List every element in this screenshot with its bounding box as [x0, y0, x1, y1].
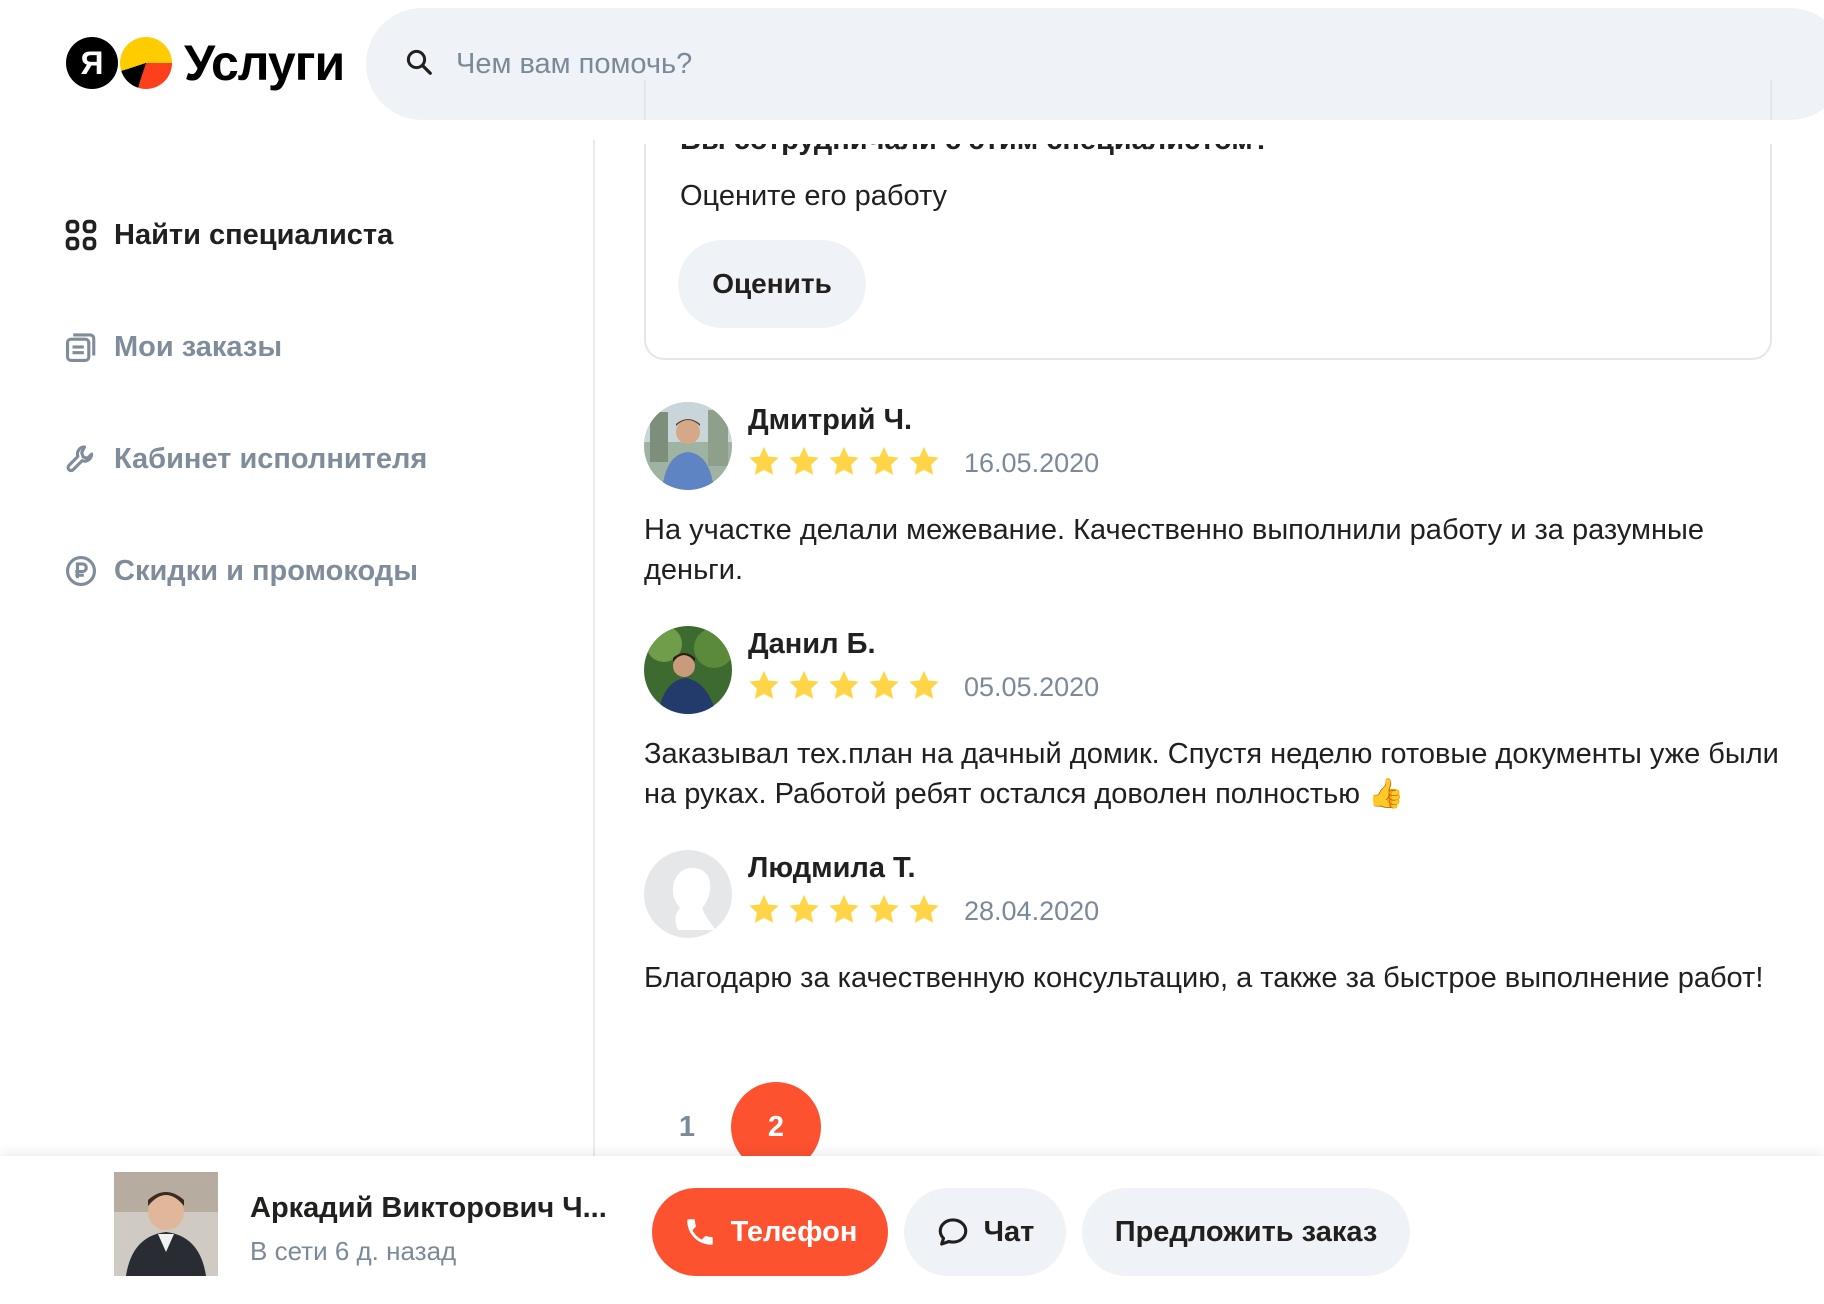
phone-button-label: Телефон	[730, 1215, 858, 1248]
online-status: В сети 6 д. назад	[250, 1236, 457, 1266]
offer-order-button[interactable]: Предложить заказ	[1082, 1188, 1410, 1276]
reviewer-name: Людмила Т.	[748, 852, 916, 884]
specialist-contact-bar: Аркадий Викторович Ч... В сети 6 д. наза…	[0, 1156, 1824, 1304]
star-icon	[829, 895, 859, 923]
reviewer-name: Данил Б.	[748, 628, 876, 660]
search-input[interactable]	[456, 47, 1356, 81]
star-icon	[909, 895, 939, 923]
grid-icon	[65, 219, 97, 251]
star-icon	[909, 671, 939, 699]
star-icon	[789, 447, 819, 475]
rate-card-subtitle: Оцените его работу	[680, 180, 948, 212]
search-icon	[404, 47, 434, 82]
star-icon	[749, 447, 779, 475]
star-icon	[829, 671, 859, 699]
review-text: На участке делали межевание. Качественно…	[644, 514, 1704, 586]
phone-button[interactable]: Телефон	[652, 1188, 888, 1276]
review-date: 28.04.2020	[964, 896, 1100, 926]
phone-icon	[686, 1219, 713, 1245]
review-date: 05.05.2020	[964, 672, 1100, 702]
star-icon	[869, 447, 899, 475]
header-scroll-mask	[596, 120, 1824, 144]
sidebar-item-discounts[interactable]: Скидки и промокоды	[64, 554, 418, 588]
specialist-name[interactable]: Аркадий Викторович Ч...	[250, 1192, 607, 1225]
review-date: 16.05.2020	[964, 448, 1100, 478]
star-icon	[749, 671, 779, 699]
wrench-icon	[66, 445, 94, 473]
sidebar-item-performer-cabinet[interactable]: Кабинет исполнителя	[64, 442, 427, 476]
sidebar-item-label: Кабинет исполнителя	[114, 442, 428, 475]
review-text: Заказывал тех.план на дачный домик. Спус…	[644, 738, 1779, 810]
yandex-services-logo[interactable]: Я Услуги	[66, 35, 345, 91]
sidebar-item-label: Найти специалиста	[114, 218, 394, 251]
star-icon	[869, 895, 899, 923]
star-icon	[829, 447, 859, 475]
star-icon	[749, 895, 779, 923]
star-icon	[789, 895, 819, 923]
star-icon	[909, 447, 939, 475]
star-icon	[869, 671, 899, 699]
review-text: Благодарю за качественную консультацию, …	[644, 962, 1764, 994]
chat-bubble-icon	[938, 1218, 967, 1246]
sidebar-item-label: Мои заказы	[114, 330, 283, 363]
chat-button-label: Чат	[983, 1215, 1035, 1248]
sidebar-item-find-specialist[interactable]: Найти специалиста	[64, 218, 393, 252]
reviewer-name: Дмитрий Ч.	[748, 404, 913, 436]
logo-ball-icon	[120, 37, 172, 89]
logo-text: Услуги	[184, 35, 345, 91]
rating-stars	[746, 668, 946, 704]
chat-button[interactable]: Чат	[904, 1188, 1066, 1276]
specialist-photo[interactable]	[114, 1172, 218, 1276]
rating-stars	[746, 444, 946, 480]
reviewer-avatar	[644, 626, 732, 714]
sidebar-divider	[593, 140, 595, 1160]
sidebar-item-my-orders[interactable]: Мои заказы	[64, 330, 282, 364]
rate-button[interactable]: Оценить	[678, 240, 866, 328]
ruble-icon	[65, 555, 97, 587]
ya-logo-icon: Я	[66, 37, 118, 89]
orders-icon	[65, 333, 96, 363]
star-icon	[789, 671, 819, 699]
rating-stars	[746, 892, 946, 928]
reviewer-avatar-placeholder	[644, 850, 732, 938]
sidebar-item-label: Скидки и промокоды	[114, 554, 418, 587]
reviewer-avatar	[644, 402, 732, 490]
